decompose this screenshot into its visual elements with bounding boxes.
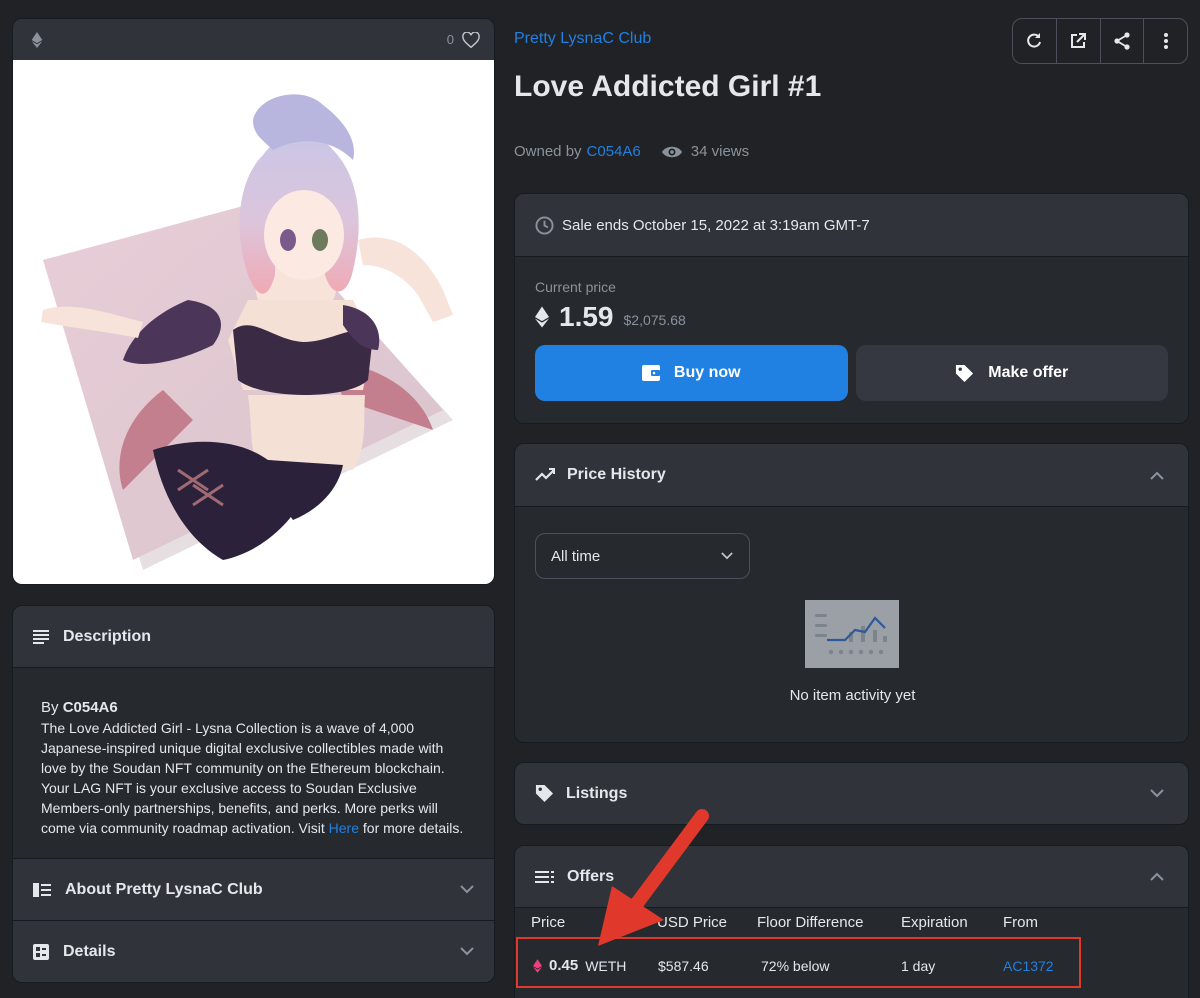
list-icon bbox=[33, 629, 49, 644]
offer-price: 0.45 bbox=[549, 957, 579, 974]
tag-icon bbox=[535, 784, 554, 803]
buy-now-button[interactable]: Buy now bbox=[535, 345, 848, 401]
chevron-up-icon bbox=[1150, 471, 1164, 480]
price-row: 1.59 $2,075.68 bbox=[535, 301, 1168, 333]
offers-title: Offers bbox=[567, 867, 615, 885]
eye-icon bbox=[661, 145, 683, 159]
description-suffix: for more details. bbox=[362, 820, 464, 836]
offer-price-cell: 0.45 WETH bbox=[533, 957, 626, 974]
time-range-value: All time bbox=[551, 547, 601, 565]
offer-floor-difference: 72% below bbox=[761, 958, 830, 974]
here-link[interactable]: Here bbox=[329, 820, 359, 836]
share-button[interactable] bbox=[1101, 19, 1145, 63]
no-activity-text: No item activity yet bbox=[789, 687, 916, 704]
price-history-title: Price History bbox=[567, 466, 666, 483]
description-header[interactable]: Description bbox=[13, 606, 494, 668]
price-history-header[interactable]: Price History bbox=[515, 444, 1188, 507]
col-usd-price: USD Price bbox=[657, 914, 728, 931]
chevron-down-icon bbox=[1150, 789, 1164, 798]
owned-by-label: Owned by bbox=[514, 143, 582, 160]
share-icon bbox=[1113, 32, 1131, 50]
chevron-up-icon bbox=[1150, 872, 1164, 881]
views-label: 34 views bbox=[690, 143, 750, 160]
description-paragraph: The Love Addicted Girl - Lysna Collectio… bbox=[41, 720, 445, 836]
clock-icon bbox=[535, 215, 554, 235]
about-collection-accordion[interactable]: About Pretty LysnaC Club bbox=[13, 858, 494, 920]
chevron-down-icon bbox=[721, 552, 733, 560]
more-icon bbox=[1163, 33, 1168, 49]
offers-list-icon bbox=[535, 870, 555, 884]
collection-link[interactable]: Pretty LysnaC Club bbox=[514, 30, 651, 48]
description-title: Description bbox=[63, 627, 152, 645]
wallet-icon bbox=[641, 365, 660, 381]
sale-ends-text: Sale ends October 15, 2022 at 3:19am GMT… bbox=[562, 216, 870, 234]
item-title: Love Addicted Girl #1 bbox=[514, 70, 822, 103]
weth-icon bbox=[533, 958, 542, 973]
current-price-label: Current price bbox=[535, 279, 616, 295]
sale-ends-row: Sale ends October 15, 2022 at 3:19am GMT… bbox=[515, 194, 1188, 257]
by-label: By bbox=[41, 699, 59, 716]
creator-line: By C054A6 bbox=[41, 698, 466, 718]
sale-card: Sale ends October 15, 2022 at 3:19am GMT… bbox=[514, 193, 1189, 424]
description-card: Description By C054A6 The Love Addicted … bbox=[12, 605, 495, 983]
col-expiration: Expiration bbox=[901, 914, 968, 931]
item-toolbar bbox=[1012, 18, 1188, 64]
nft-artwork[interactable] bbox=[13, 60, 494, 584]
details-title: Details bbox=[63, 942, 116, 960]
chevron-down-icon bbox=[460, 947, 474, 956]
col-from: From bbox=[1003, 914, 1038, 931]
listings-card: Listings bbox=[514, 762, 1189, 825]
owner-row: Owned by C054A6 34 views bbox=[514, 143, 749, 160]
more-options-button[interactable] bbox=[1144, 19, 1187, 63]
offer-from-link[interactable]: AC1372 bbox=[1003, 958, 1054, 974]
trend-icon bbox=[535, 468, 555, 482]
views-count: 34 views bbox=[661, 143, 749, 160]
info-panel-icon bbox=[33, 882, 51, 897]
offers-table-header: Price USD Price Floor Difference Expirat… bbox=[515, 909, 1188, 939]
table-row[interactable]: 0.45 WETH $587.46 72% below 1 day AC1372 bbox=[515, 939, 1188, 989]
listings-header[interactable]: Listings bbox=[515, 763, 1188, 824]
price-section: Current price 1.59 $2,075.68 Buy now Mak… bbox=[515, 257, 1188, 423]
nft-image-card: 0 bbox=[12, 18, 495, 585]
description-body: By C054A6 The Love Addicted Girl - Lysna… bbox=[13, 668, 494, 858]
owner-link[interactable]: C054A6 bbox=[587, 143, 641, 160]
tag-icon bbox=[955, 364, 974, 383]
offer-expiration: 1 day bbox=[901, 958, 936, 974]
price-history-card: Price History All time No item activity … bbox=[514, 443, 1189, 743]
time-range-select[interactable]: All time bbox=[535, 533, 750, 579]
price-usd: $2,075.68 bbox=[623, 312, 686, 328]
chevron-down-icon bbox=[460, 885, 474, 894]
offers-header[interactable]: Offers bbox=[515, 846, 1188, 908]
make-offer-button[interactable]: Make offer bbox=[855, 345, 1168, 401]
ethereum-icon bbox=[535, 306, 549, 328]
empty-chart-illustration bbox=[805, 600, 899, 668]
col-price: Price bbox=[531, 914, 566, 931]
price-value: 1.59 bbox=[559, 301, 614, 332]
listings-title: Listings bbox=[566, 784, 628, 802]
offers-table: Price USD Price Floor Difference Expirat… bbox=[515, 909, 1188, 974]
external-link-icon bbox=[1070, 33, 1087, 49]
ethereum-icon bbox=[31, 31, 43, 48]
creator-name[interactable]: C054A6 bbox=[63, 699, 118, 716]
about-collection-title: About Pretty LysnaC Club bbox=[65, 880, 263, 898]
make-offer-label: Make offer bbox=[988, 364, 1069, 381]
offer-usd: $587.46 bbox=[658, 958, 709, 974]
favorite-count: 0 bbox=[446, 32, 454, 47]
image-card-topbar: 0 bbox=[13, 19, 494, 60]
open-external-button[interactable] bbox=[1057, 19, 1101, 63]
details-accordion[interactable]: Details bbox=[13, 920, 494, 982]
offers-card: Offers Price USD Price Floor Difference … bbox=[514, 845, 1189, 998]
refresh-button[interactable] bbox=[1013, 19, 1057, 63]
offer-currency: WETH bbox=[585, 957, 627, 974]
details-icon bbox=[33, 943, 49, 960]
description-text: The Love Addicted Girl - Lysna Collectio… bbox=[41, 718, 466, 838]
col-floor-difference: Floor Difference bbox=[757, 914, 864, 931]
buy-now-label: Buy now bbox=[673, 364, 741, 381]
refresh-icon bbox=[1026, 33, 1042, 49]
heart-icon[interactable] bbox=[462, 31, 480, 48]
